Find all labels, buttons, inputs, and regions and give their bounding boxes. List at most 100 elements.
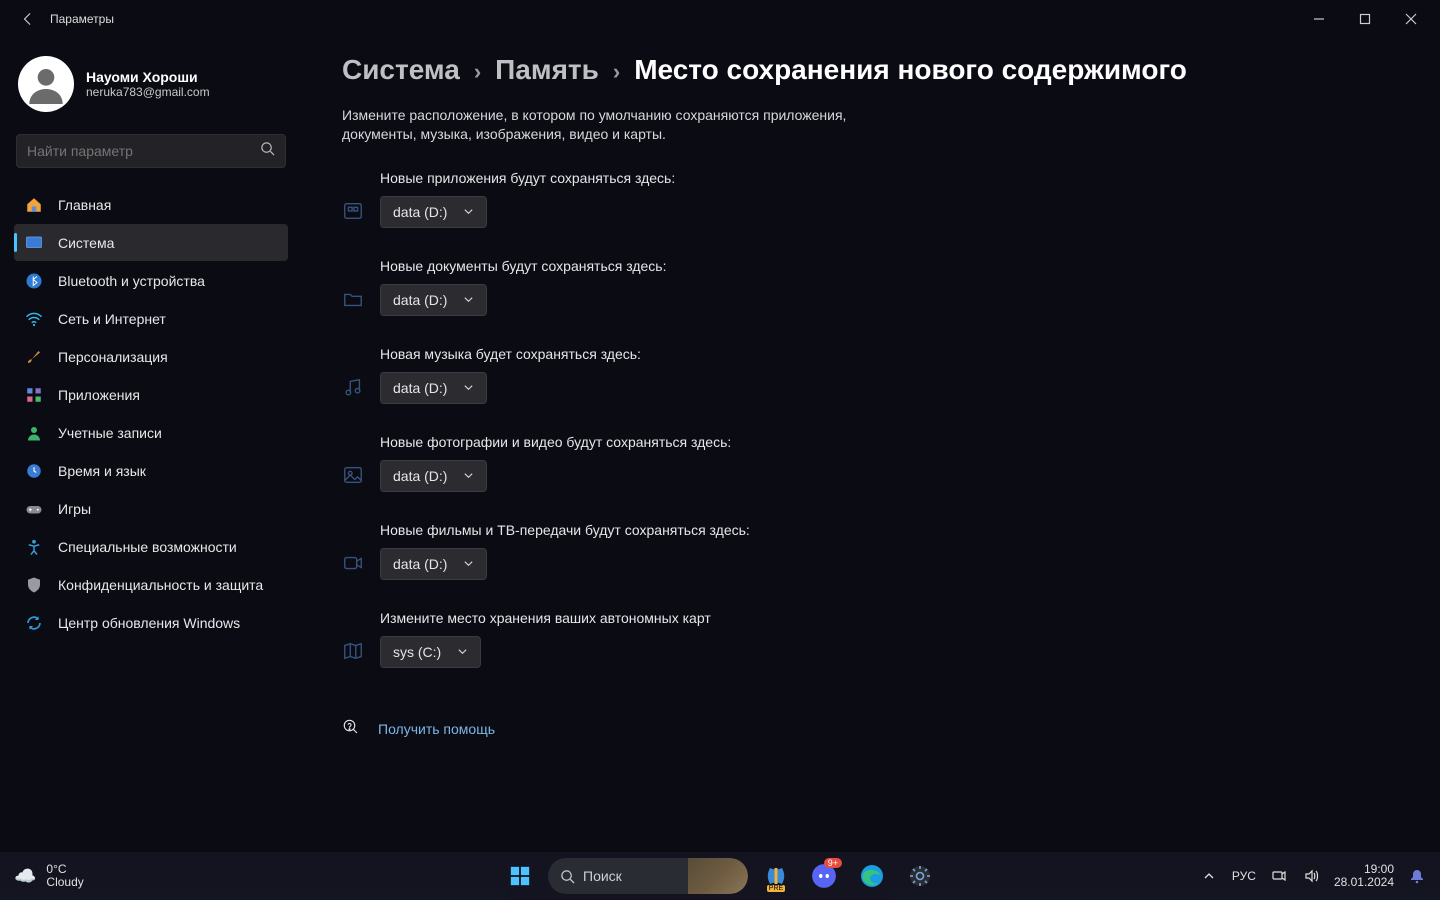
chevron-down-icon [457, 644, 468, 660]
nav-home[interactable]: Главная [14, 186, 288, 223]
nav-label: Учетные записи [58, 425, 162, 441]
setting-movies: Новые фильмы и ТВ-передачи будут сохраня… [342, 522, 1410, 580]
sidebar: Науоми Хороши neruka783@gmail.com Главна… [0, 38, 300, 852]
clock-icon [24, 461, 44, 481]
cloud-icon: ☁️ [14, 866, 36, 887]
setting-photos: Новые фотографии и видео будут сохранять… [342, 434, 1410, 492]
nav-time-language[interactable]: Время и язык [14, 452, 288, 489]
tray-volume-icon[interactable] [1302, 867, 1320, 885]
nav-label: Конфиденциальность и защита [58, 577, 263, 593]
tray-clock[interactable]: 19:00 28.01.2024 [1334, 863, 1394, 889]
chevron-down-icon [463, 292, 474, 308]
map-icon [342, 640, 366, 664]
minimize-button[interactable] [1296, 4, 1342, 34]
home-icon [24, 195, 44, 215]
tray-notifications-icon[interactable] [1408, 867, 1426, 885]
taskbar-edge[interactable] [852, 856, 892, 896]
chevron-down-icon [463, 204, 474, 220]
bluetooth-icon [24, 271, 44, 291]
search-icon [260, 141, 275, 161]
nav-label: Сеть и Интернет [58, 311, 166, 327]
tray-network-icon[interactable] [1270, 867, 1288, 885]
dropdown-value: data (D:) [393, 204, 447, 220]
search-box[interactable] [16, 134, 286, 168]
nav-accessibility[interactable]: Специальные возможности [14, 528, 288, 565]
search-icon [560, 869, 575, 884]
setting-dropdown[interactable]: data (D:) [380, 372, 487, 404]
nav-network[interactable]: Сеть и Интернет [14, 300, 288, 337]
help-row: Получить помощь [342, 718, 1410, 741]
nav-privacy[interactable]: Конфиденциальность и защита [14, 566, 288, 603]
discord-badge: 9+ [824, 858, 842, 868]
nav-system[interactable]: Система [14, 224, 288, 261]
setting-label: Новые документы будут сохраняться здесь: [380, 258, 666, 274]
breadcrumb: Система › Память › Место сохранения ново… [342, 54, 1410, 86]
chevron-down-icon [463, 380, 474, 396]
video-icon [342, 552, 366, 576]
nav-accounts[interactable]: Учетные записи [14, 414, 288, 451]
setting-dropdown[interactable]: data (D:) [380, 284, 487, 316]
taskbar-settings[interactable] [900, 856, 940, 896]
taskbar-tray: РУС 19:00 28.01.2024 [1200, 863, 1426, 889]
system-icon [24, 233, 44, 253]
user-icon [24, 423, 44, 443]
nav-bluetooth[interactable]: Bluetooth и устройства [14, 262, 288, 299]
nav-label: Игры [58, 501, 91, 517]
profile-block[interactable]: Науоми Хороши neruka783@gmail.com [14, 52, 288, 128]
nav-windows-update[interactable]: Центр обновления Windows [14, 604, 288, 641]
maximize-button[interactable] [1342, 4, 1388, 34]
setting-documents: Новые документы будут сохраняться здесь:… [342, 258, 1410, 316]
setting-label: Новые фотографии и видео будут сохранять… [380, 434, 731, 450]
dropdown-value: data (D:) [393, 292, 447, 308]
nav-gaming[interactable]: Игры [14, 490, 288, 527]
taskbar-center: Поиск PRE 9+ [500, 856, 940, 896]
start-button[interactable] [500, 856, 540, 896]
page-description: Измените расположение, в котором по умол… [342, 106, 902, 144]
taskbar-weather[interactable]: ☁️ 0°C Cloudy [14, 863, 84, 889]
accessibility-icon [24, 537, 44, 557]
setting-dropdown[interactable]: data (D:) [380, 460, 487, 492]
taskbar-search-label: Поиск [583, 868, 622, 884]
dropdown-value: data (D:) [393, 380, 447, 396]
setting-apps: Новые приложения будут сохраняться здесь… [342, 170, 1410, 228]
chevron-down-icon [463, 556, 474, 572]
taskbar-copilot[interactable]: PRE [756, 856, 796, 896]
tray-language[interactable]: РУС [1232, 869, 1256, 883]
close-button[interactable] [1388, 4, 1434, 34]
setting-dropdown[interactable]: data (D:) [380, 548, 487, 580]
search-input[interactable] [27, 143, 260, 159]
update-icon [24, 613, 44, 633]
breadcrumb-storage[interactable]: Память [495, 54, 599, 86]
dropdown-value: data (D:) [393, 556, 447, 572]
help-link[interactable]: Получить помощь [378, 721, 495, 737]
music-note-icon [342, 376, 366, 400]
nav-apps[interactable]: Приложения [14, 376, 288, 413]
setting-dropdown[interactable]: data (D:) [380, 196, 487, 228]
taskbar-search[interactable]: Поиск [548, 858, 748, 894]
tray-chevron-up-icon[interactable] [1200, 867, 1218, 885]
dropdown-value: sys (C:) [393, 644, 441, 660]
setting-label: Новая музыка будет сохраняться здесь: [380, 346, 641, 362]
nav-label: Персонализация [58, 349, 168, 365]
chevron-right-icon: › [613, 59, 620, 85]
breadcrumb-current: Место сохранения нового содержимого [634, 54, 1187, 86]
nav-label: Главная [58, 197, 111, 213]
nav-label: Приложения [58, 387, 140, 403]
setting-dropdown[interactable]: sys (C:) [380, 636, 481, 668]
gamepad-icon [24, 499, 44, 519]
nav-label: Центр обновления Windows [58, 615, 240, 631]
taskbar-discord[interactable]: 9+ [804, 856, 844, 896]
nav-label: Система [58, 235, 114, 251]
nav-label: Время и язык [58, 463, 146, 479]
shield-icon [24, 575, 44, 595]
nav-personalization[interactable]: Персонализация [14, 338, 288, 375]
breadcrumb-system[interactable]: Система [342, 54, 460, 86]
back-button[interactable] [14, 5, 42, 33]
image-icon [342, 464, 366, 488]
setting-label: Новые приложения будут сохраняться здесь… [380, 170, 675, 186]
nav-list: Главная Система Bluetooth и устройства С… [14, 186, 288, 641]
apps-save-icon [342, 200, 366, 224]
profile-name: Науоми Хороши [86, 69, 210, 85]
nav-label: Bluetooth и устройства [58, 273, 205, 289]
nav-label: Специальные возможности [58, 539, 237, 555]
